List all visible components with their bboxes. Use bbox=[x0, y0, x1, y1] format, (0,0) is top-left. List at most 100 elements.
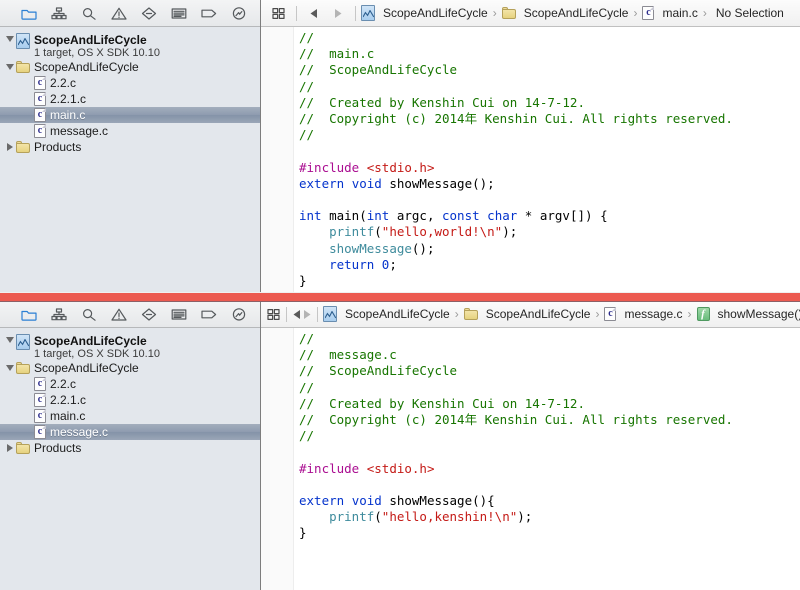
hierarchy-icon[interactable] bbox=[44, 2, 74, 24]
c-file-icon bbox=[34, 124, 46, 138]
project-icon bbox=[16, 334, 30, 350]
breadcrumb-item[interactable]: ScopeAndLifeCycle bbox=[463, 307, 591, 321]
code-token: // bbox=[299, 127, 315, 143]
tree-row-products[interactable]: Products bbox=[0, 440, 260, 456]
code-token: // Copyright (c) 2014年 Kenshin Cui. All … bbox=[299, 412, 733, 428]
grid-icon[interactable] bbox=[267, 303, 281, 325]
jump-bar-top[interactable]: ScopeAndLifeCycle › ScopeAndLifeCycle › main… bbox=[261, 0, 800, 27]
tree-row-message-c[interactable]: message.c bbox=[0, 123, 260, 139]
tree-row-message-c[interactable]: message.c bbox=[0, 424, 260, 440]
code-token: main( bbox=[321, 208, 367, 224]
source-code-bottom[interactable]: //// message.c// ScopeAndLifeCycle//// C… bbox=[294, 328, 800, 590]
jump-bar-bottom[interactable]: ScopeAndLifeCycle › ScopeAndLifeCycle › mess… bbox=[261, 301, 800, 328]
disclosure-triangle-icon[interactable] bbox=[4, 61, 16, 73]
breadcrumb-item[interactable]: ScopeAndLifeCycle bbox=[361, 5, 488, 21]
code-line: #include <stdio.h> bbox=[299, 160, 800, 176]
navigator-selector-bar-bottom[interactable] bbox=[0, 301, 260, 328]
folder-icon[interactable] bbox=[14, 2, 44, 24]
code-token: // ScopeAndLifeCycle bbox=[299, 62, 458, 78]
code-token: showMessage(){ bbox=[381, 493, 495, 509]
code-line: int main(int argc, const char * argv[]) … bbox=[299, 208, 800, 224]
diamond-minus-icon[interactable] bbox=[134, 2, 164, 24]
breadcrumb-item[interactable]: ScopeAndLifeCycle bbox=[323, 306, 450, 322]
code-line: extern void showMessage(){ bbox=[299, 493, 800, 509]
breadcrumb-item[interactable]: showMessage() bbox=[696, 307, 800, 321]
pane-split-divider[interactable] bbox=[0, 293, 800, 301]
breadcrumb-label: ScopeAndLifeCycle bbox=[383, 6, 488, 20]
code-line: // bbox=[299, 127, 800, 143]
breadcrumb-label: ScopeAndLifeCycle bbox=[485, 307, 591, 321]
source-code-top[interactable]: //// main.c// ScopeAndLifeCycle//// Crea… bbox=[294, 27, 800, 293]
breadcrumb-item[interactable]: No Selection bbox=[712, 6, 784, 20]
folder-icon[interactable] bbox=[14, 303, 44, 325]
tree-row-label: 2.2.1.c bbox=[50, 92, 87, 106]
warning-icon[interactable] bbox=[104, 2, 134, 24]
list-icon[interactable] bbox=[164, 2, 194, 24]
code-line: printf("hello,kenshin!\n"); bbox=[299, 509, 800, 525]
code-token: // message.c bbox=[299, 347, 397, 363]
code-token: // bbox=[299, 331, 315, 346]
disclosure-triangle-icon[interactable] bbox=[4, 33, 16, 45]
forward-arrow-icon[interactable] bbox=[326, 2, 350, 24]
tree-row-2-2-c[interactable]: 2.2.c bbox=[0, 75, 260, 91]
tree-row-scopeandlifecycle[interactable]: ScopeAndLifeCycle bbox=[0, 360, 260, 376]
code-token: extern bbox=[299, 493, 345, 509]
breadcrumb-chevron-icon: › bbox=[454, 307, 459, 321]
code-token: // Created by Kenshin Cui on 14-7-12. bbox=[299, 395, 585, 411]
code-area-top[interactable]: //// main.c// ScopeAndLifeCycle//// Crea… bbox=[261, 27, 800, 293]
forward-arrow-icon[interactable] bbox=[302, 303, 312, 325]
disclosure-triangle-icon[interactable] bbox=[4, 442, 16, 454]
tree-row-main-c[interactable]: main.c bbox=[0, 408, 260, 424]
breadcrumb-item[interactable]: message.c bbox=[604, 307, 683, 321]
disclosure-triangle-icon[interactable] bbox=[4, 362, 16, 374]
code-line: // bbox=[299, 79, 800, 95]
back-arrow-icon[interactable] bbox=[302, 2, 326, 24]
project-tree-top[interactable]: ScopeAndLifeCycle 1 target, OS X SDK 10.… bbox=[0, 27, 260, 293]
tree-row-project[interactable]: ScopeAndLifeCycle 1 target, OS X SDK 10.… bbox=[0, 333, 260, 360]
breadcrumb-label: ScopeAndLifeCycle bbox=[345, 307, 450, 321]
disclosure-triangle-icon[interactable] bbox=[4, 334, 16, 346]
tree-row-main-c[interactable]: main.c bbox=[0, 107, 260, 123]
search-icon[interactable] bbox=[74, 303, 104, 325]
project-icon bbox=[361, 5, 375, 21]
warning-icon[interactable] bbox=[104, 303, 134, 325]
tree-row-products[interactable]: Products bbox=[0, 139, 260, 155]
breadcrumb-chevron-icon: › bbox=[595, 307, 600, 321]
project-navigator-bottom: ScopeAndLifeCycle 1 target, OS X SDK 10.… bbox=[0, 301, 261, 590]
disclosure-triangle-icon[interactable] bbox=[4, 141, 16, 153]
editor-pane-bottom: ScopeAndLifeCycle 1 target, OS X SDK 10.… bbox=[0, 301, 800, 590]
navigator-selector-bar-top[interactable] bbox=[0, 0, 260, 27]
tag-icon[interactable] bbox=[194, 2, 224, 24]
back-arrow-icon[interactable] bbox=[292, 303, 302, 325]
tree-row-project[interactable]: ScopeAndLifeCycle 1 target, OS X SDK 10.… bbox=[0, 32, 260, 59]
list-icon[interactable] bbox=[164, 303, 194, 325]
code-token: <stdio.h> bbox=[366, 159, 435, 175]
tree-row-2-2-1-c[interactable]: 2.2.1.c bbox=[0, 91, 260, 107]
tree-row-2-2-c[interactable]: 2.2.c bbox=[0, 376, 260, 392]
report-icon[interactable] bbox=[224, 303, 254, 325]
tree-row-scopeandlifecycle[interactable]: ScopeAndLifeCycle bbox=[0, 59, 260, 75]
jump-bar-separator bbox=[296, 5, 297, 21]
project-tree-bottom[interactable]: ScopeAndLifeCycle 1 target, OS X SDK 10.… bbox=[0, 328, 260, 590]
code-token: int bbox=[299, 208, 322, 224]
hierarchy-icon[interactable] bbox=[44, 303, 74, 325]
grid-icon[interactable] bbox=[267, 2, 291, 24]
breadcrumb-item[interactable]: ScopeAndLifeCycle bbox=[501, 6, 628, 20]
diamond-minus-icon[interactable] bbox=[134, 303, 164, 325]
editor-gutter-bottom bbox=[261, 328, 294, 590]
search-icon[interactable] bbox=[74, 2, 104, 24]
code-area-bottom[interactable]: //// message.c// ScopeAndLifeCycle//// C… bbox=[261, 328, 800, 590]
tree-row-2-2-1-c[interactable]: 2.2.1.c bbox=[0, 392, 260, 408]
breadcrumb-item[interactable]: main.c bbox=[642, 6, 698, 20]
tag-icon[interactable] bbox=[194, 303, 224, 325]
breadcrumb-chevron-icon: › bbox=[687, 307, 692, 321]
report-icon[interactable] bbox=[224, 2, 254, 24]
